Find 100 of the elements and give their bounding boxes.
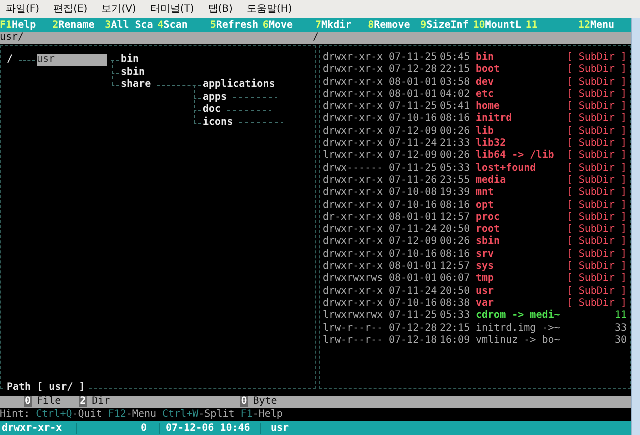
file-permissions: drwxrwxrws [323,273,384,286]
hint-shortcut: Ctrl+W-Split [162,408,235,421]
file-name[interactable]: opt [476,200,567,212]
file-time: 20:50 [440,224,472,236]
file-date: 07-12-28 [389,322,438,335]
file-name[interactable]: boot [476,64,567,77]
file-time: 12:57 [440,261,472,274]
file-name[interactable]: lib [476,126,567,138]
file-name[interactable]: sbin [476,236,567,249]
file-permissions: lrw-r--r-- [323,322,384,335]
file-name[interactable]: proc [476,212,567,224]
tree-node[interactable]: applications [203,79,276,91]
tree-node[interactable]: bin [121,54,140,66]
file-name[interactable]: etc [476,88,567,102]
hint-label: Hint: [0,408,30,421]
file-info: [ SubDir ] [566,174,628,187]
file-permissions: drwxr-xr-x [323,52,384,64]
status-name: usr [270,422,290,434]
function-key[interactable]: 4Scan [158,20,210,30]
file-time: 00:26 [440,150,472,163]
function-key[interactable]: 6Move [262,20,316,30]
file-name[interactable]: srv [476,248,567,262]
file-permissions: drwx------ [323,162,384,175]
menu-item[interactable]: 편집(E) [54,2,88,16]
file-name[interactable]: lib64 -> /lib [476,150,567,163]
function-key[interactable]: 2Rename [52,20,106,30]
file-date: 08-01-01 [389,212,438,224]
file-permissions: drwxr-xr-x [323,298,384,310]
file-name[interactable]: initrd.img ->~ [476,322,615,335]
file-date: 07-10-08 [389,187,438,200]
file-name[interactable]: initrd [476,113,567,126]
file-name[interactable]: home [476,101,567,114]
file-name[interactable]: media [476,174,567,188]
menu-item[interactable]: 탭(B) [208,2,233,16]
file-name[interactable]: dev [476,76,567,89]
file-permissions: drwxr-xr-x [323,88,384,101]
status-permissions: drwxr-xr-x [0,422,77,434]
file-time: 05:45 [440,52,472,64]
file-info: [ SubDir ] [566,64,628,77]
file-info: [ SubDir ] [566,76,628,89]
menu-item[interactable]: 보기(V) [102,2,136,16]
file-time: 22:15 [440,64,472,77]
file-info: [ SubDir ] [566,298,628,310]
file-permissions: drwxr-xr-x [323,236,384,249]
function-key[interactable]: F1Help [0,20,53,30]
file-info: 30 [614,334,628,348]
file-info: [ SubDir ] [566,286,628,298]
file-name[interactable]: mnt [476,187,567,200]
tree-node[interactable]: share [121,79,152,91]
function-key[interactable]: 5Refresh [210,20,263,30]
file-name[interactable]: lib32 [476,138,567,150]
tree-node[interactable]: icons [203,116,284,128]
scrollbar[interactable] [631,18,640,435]
menu-item[interactable]: 파일(F) [6,2,40,16]
file-date: 08-01-01 [389,261,438,274]
file-info: [ SubDir ] [566,261,628,273]
file-info: 33 [614,322,628,335]
file-time: 23:55 [440,174,472,188]
file-name[interactable]: usr [476,286,567,298]
hint-shortcut: Ctrl+Q-Quit [36,408,102,421]
file-name[interactable]: var [476,298,567,310]
file-permissions: drwxr-xr-x [323,64,384,77]
tree-node[interactable]: sbin [121,66,146,78]
file-name[interactable]: bin [476,52,567,64]
function-key[interactable]: 3All Sca [105,20,158,30]
file-time: 05:33 [440,310,472,323]
menu-item[interactable]: 도움말(H) [246,2,292,16]
tree-node[interactable]: apps [203,92,278,104]
file-name[interactable]: lost+found [476,162,567,175]
file-info: [ SubDir ] [566,88,628,101]
file-date: 07-12-28 [389,64,438,77]
file-time: 12:57 [440,212,472,224]
function-key[interactable]: 10MountL [473,20,526,30]
file-info: [ SubDir ] [566,236,628,249]
file-name[interactable]: cdrom -> medi~ [476,310,615,323]
tree-node[interactable]: / [7,54,14,66]
file-time: 06:07 [440,273,472,286]
file-time: 21:33 [440,138,472,150]
file-date: 08-01-01 [389,76,438,89]
file-name[interactable]: tmp [476,273,567,286]
function-key[interactable]: 8Remove [368,20,421,30]
file-name[interactable]: vmlinuz -> bo~ [476,334,615,348]
file-date: 07-12-09 [389,150,438,163]
file-info: [ SubDir ] [566,101,628,113]
file-name[interactable]: sys [476,261,567,274]
file-permissions: lrw-r--r-- [323,334,384,348]
panel-path-label: Path [ usr/ ] [5,382,88,394]
function-key[interactable]: 9SizeInf [420,20,474,30]
file-time: 05:33 [440,162,472,175]
file-name[interactable]: root [476,224,567,236]
file-date: 07-11-25 [389,101,438,114]
file-time: 00:26 [440,236,472,249]
function-key[interactable]: 7Mkdir [316,20,368,30]
file-date: 07-12-18 [389,334,438,348]
menu-item[interactable]: 터미널(T) [150,2,194,16]
hint-shortcut: F12-Menu [108,408,157,421]
file-time: 08:38 [440,298,472,310]
tree-node[interactable]: usr [37,54,107,66]
file-permissions: lrwxrwxrwx [323,310,384,323]
function-key[interactable]: 12Menu [578,20,632,30]
